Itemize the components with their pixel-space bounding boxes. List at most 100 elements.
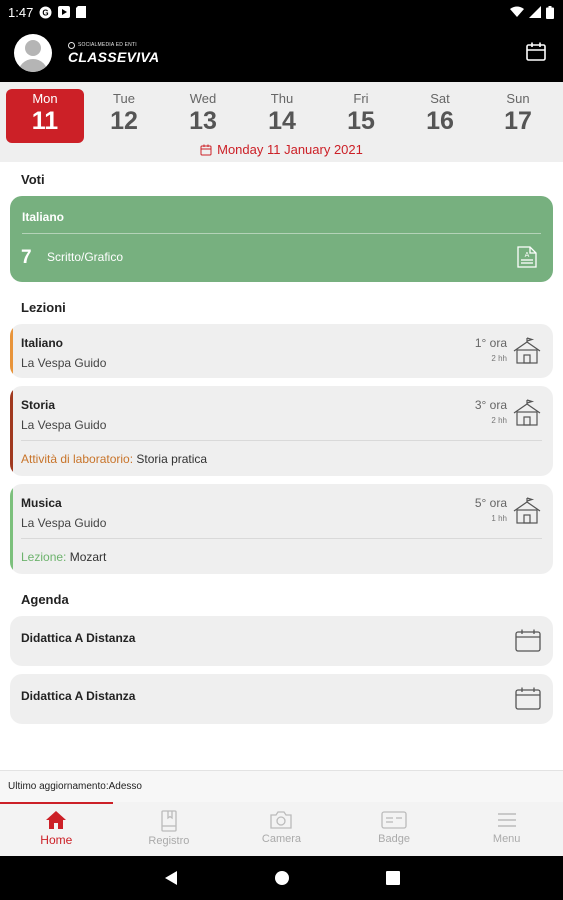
menu-icon [497,813,516,827]
divider [21,538,542,539]
divider [22,233,541,234]
agenda-title: Didattica A Distanza [21,689,136,703]
nav-label: Home [40,833,73,847]
nav-menu[interactable]: Menu [450,802,563,856]
avatar[interactable] [14,34,52,72]
save-icon [76,6,87,18]
section-title-voti: Voti [21,171,45,187]
lesson-hour: 1° ora [474,336,507,350]
day-name: Thu [270,91,294,106]
grade-value: 7 [21,247,32,268]
divider [21,440,542,441]
lesson-subject: Italiano [21,336,64,350]
app-logo: SOCIALMEDIA ED ENTI CLASSEVIVA [68,41,160,65]
lesson-note: Attività di laboratorio: Storia pratica [21,452,207,466]
lesson-teacher: La Vespa Guido [21,516,107,530]
calendar-button[interactable] [525,41,547,68]
day-number: 11 [31,107,59,135]
svg-text:G: G [43,8,49,17]
lesson-note-label: Lezione: [21,550,67,564]
section-title-agenda: Agenda [21,591,69,607]
badge-icon [381,811,407,829]
day-fri[interactable]: Fri 15 [322,89,400,143]
lesson-card[interactable]: Musica La Vespa Guido 5° ora 1 hh Lezion… [10,484,553,574]
day-name: Wed [189,91,217,106]
lesson-duration: 1 hh [491,514,507,523]
day-name: Fri [353,91,369,106]
nav-label: Badge [378,833,410,845]
section-title-lezioni: Lezioni [21,299,66,315]
logo-text: CLASSEVIVA [68,48,160,65]
day-number: 14 [268,107,296,135]
nav-label: Registro [148,835,190,847]
agenda-item[interactable]: Didattica A Distanza [10,616,553,666]
home-circle-icon[interactable] [274,870,290,886]
content: Voti Italiano 7 Scritto/Grafico A Lezion… [0,162,563,724]
day-sat[interactable]: Sat 16 [401,89,479,143]
lesson-duration: 2 hh [491,416,507,425]
lesson-duration: 2 hh [491,354,507,363]
day-tue[interactable]: Tue 12 [85,89,163,143]
day-number: 15 [347,107,375,135]
gmail-icon: G [39,6,52,18]
day-number: 12 [110,107,138,135]
status-bar: 1:47 G [0,0,563,24]
day-sun[interactable]: Sun 17 [479,89,557,143]
camera-icon [270,811,293,829]
home-icon [46,811,67,829]
day-wed[interactable]: Wed 13 [164,89,242,143]
system-nav [0,856,563,900]
nav-label: Camera [261,833,302,845]
day-number: 17 [504,107,532,135]
day-mon[interactable]: Mon 11 [6,89,84,143]
lesson-teacher: La Vespa Guido [21,356,107,370]
day-name: Sat [430,91,450,106]
agenda-item[interactable]: Didattica A Distanza [10,674,553,724]
written-test-icon: A [517,246,537,268]
app-bar: SOCIALMEDIA ED ENTI CLASSEVIVA [0,24,563,82]
nav-badge[interactable]: Badge [338,802,451,856]
grade-subject: Italiano [22,210,65,224]
logo-subtitle: SOCIALMEDIA ED ENTI [78,42,137,48]
lesson-teacher: La Vespa Guido [21,418,107,432]
day-thu[interactable]: Thu 14 [243,89,321,143]
nav-registro[interactable]: Registro [113,802,226,856]
calendar-icon [526,42,546,61]
school-icon [513,497,541,524]
day-number: 13 [189,107,217,135]
calendar-icon [515,687,541,710]
day-number: 16 [426,107,454,135]
day-name: Mon [32,91,58,106]
back-icon[interactable] [164,870,178,886]
play-icon [58,6,71,18]
lesson-note-text: Mozart [66,550,107,564]
calendar-icon [515,629,541,652]
wifi-icon [510,6,524,17]
bottom-nav: Home Registro Camera Badge Menu [0,802,563,856]
lesson-subject: Musica [21,496,62,510]
battery-icon [546,5,554,19]
book-icon [161,810,177,832]
grade-type: Scritto/Grafico [47,250,124,264]
nav-label: Menu [492,833,521,845]
recents-icon[interactable] [385,871,400,885]
school-icon [513,399,541,426]
selected-date[interactable]: Monday 11 January 2021 [0,142,563,157]
lesson-hour: 5° ora [474,496,507,510]
last-update: Ultimo aggiornamento:Adesso [0,770,563,802]
lesson-note-label: Attività di laboratorio: [21,452,134,466]
school-icon [513,337,541,364]
day-name: Sun [506,91,530,106]
last-update-text: Ultimo aggiornamento:Adesso [8,781,142,792]
lesson-card[interactable]: Storia La Vespa Guido 3° ora 2 hh Attivi… [10,386,553,476]
grade-card[interactable]: Italiano 7 Scritto/Grafico A [10,196,553,282]
agenda-title: Didattica A Distanza [21,631,136,645]
lesson-card[interactable]: Italiano La Vespa Guido 1° ora 2 hh [10,324,553,378]
selected-date-label: Monday 11 January 2021 [217,142,363,157]
nav-camera[interactable]: Camera [225,802,338,856]
lesson-note: Lezione: Mozart [21,550,106,564]
status-time: 1:47 [8,4,34,20]
week-strip: Mon 11 Tue 12 Wed 13 Thu 14 Fri 15 Sat 1… [0,82,563,162]
svg-text:A: A [525,252,530,259]
nav-home[interactable]: Home [0,802,113,856]
